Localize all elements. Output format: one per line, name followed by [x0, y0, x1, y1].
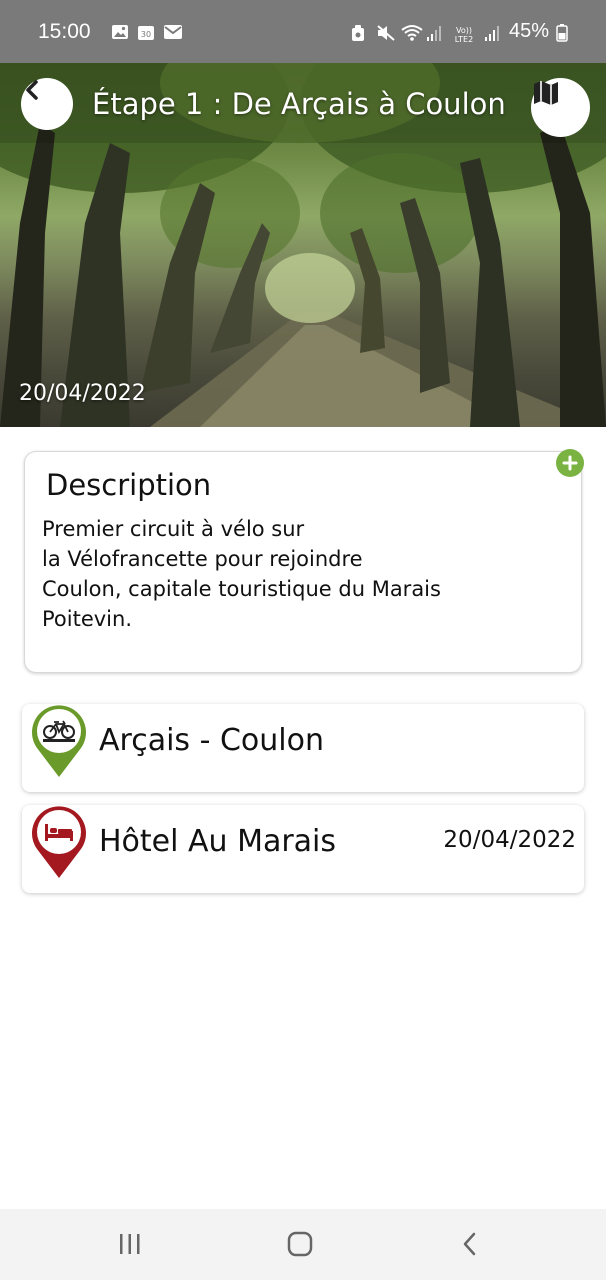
description-text: Premier circuit à vélo sur la Vélofrance…: [42, 514, 542, 634]
volte-icon: Vo)) LTE2: [451, 24, 477, 44]
list-item-route[interactable]: Arçais - Coulon: [22, 704, 584, 792]
description-line: Coulon, capitale touristique du Marais: [42, 577, 441, 601]
page-title: Étape 1 : De Arçais à Coulon: [92, 87, 506, 121]
status-right: Vo)) LTE2 45%: [351, 20, 568, 44]
battery-icon: [556, 23, 568, 42]
back-button[interactable]: [21, 78, 73, 130]
map-button[interactable]: [531, 78, 590, 137]
stage-date: 20/04/2022: [19, 381, 146, 406]
hotel-label: Hôtel Au Marais: [99, 824, 337, 859]
recents-icon: [120, 1234, 140, 1254]
description-line: la Vélofrancette pour rejoindre: [42, 547, 363, 571]
svg-text:LTE2: LTE2: [455, 35, 473, 44]
calendar-icon: 30: [137, 24, 155, 40]
battery-percent: 45%: [508, 20, 549, 42]
bicycle-icon: [43, 720, 75, 742]
add-button[interactable]: [556, 449, 584, 477]
back-icon: [463, 1232, 476, 1256]
mail-icon: [163, 24, 182, 40]
status-left: 15:00 30: [38, 19, 182, 44]
list-item-hotel[interactable]: Hôtel Au Marais 20/04/2022: [22, 805, 584, 893]
image-icon: [111, 24, 129, 40]
signal-icon: [484, 24, 502, 41]
chevron-left-icon: [26, 80, 38, 100]
wifi-icon: [401, 24, 423, 41]
description-line: Poitevin.: [42, 607, 132, 631]
route-label: Arçais - Coulon: [99, 723, 324, 758]
description-title: Description: [46, 468, 212, 502]
hero-image: Étape 1 : De Arçais à Coulon 20/04/2022: [0, 63, 606, 427]
recents-button[interactable]: [118, 1231, 142, 1261]
status-bar: 15:00 30 Vo)) LTE2 45%: [0, 0, 606, 63]
system-back-button[interactable]: [460, 1231, 480, 1261]
navigation-bar: [0, 1209, 606, 1280]
home-button[interactable]: [287, 1231, 313, 1261]
status-time: 15:00: [38, 19, 91, 43]
shield-icon: [351, 24, 369, 41]
svg-text:30: 30: [140, 30, 150, 39]
svg-text:Vo)): Vo)): [456, 26, 472, 35]
hotel-date: 20/04/2022: [443, 827, 576, 853]
plus-icon: [562, 455, 578, 471]
bed-icon: [45, 824, 73, 841]
hotel-pin-icon: [30, 805, 88, 883]
route-pin-icon: [30, 704, 88, 782]
map-icon: [534, 81, 558, 105]
signal-icon: [426, 24, 444, 41]
mute-icon: [376, 24, 395, 41]
description-card: Description Premier circuit à vélo sur l…: [24, 451, 582, 673]
home-icon: [287, 1231, 313, 1257]
description-line: Premier circuit à vélo sur: [42, 517, 305, 541]
